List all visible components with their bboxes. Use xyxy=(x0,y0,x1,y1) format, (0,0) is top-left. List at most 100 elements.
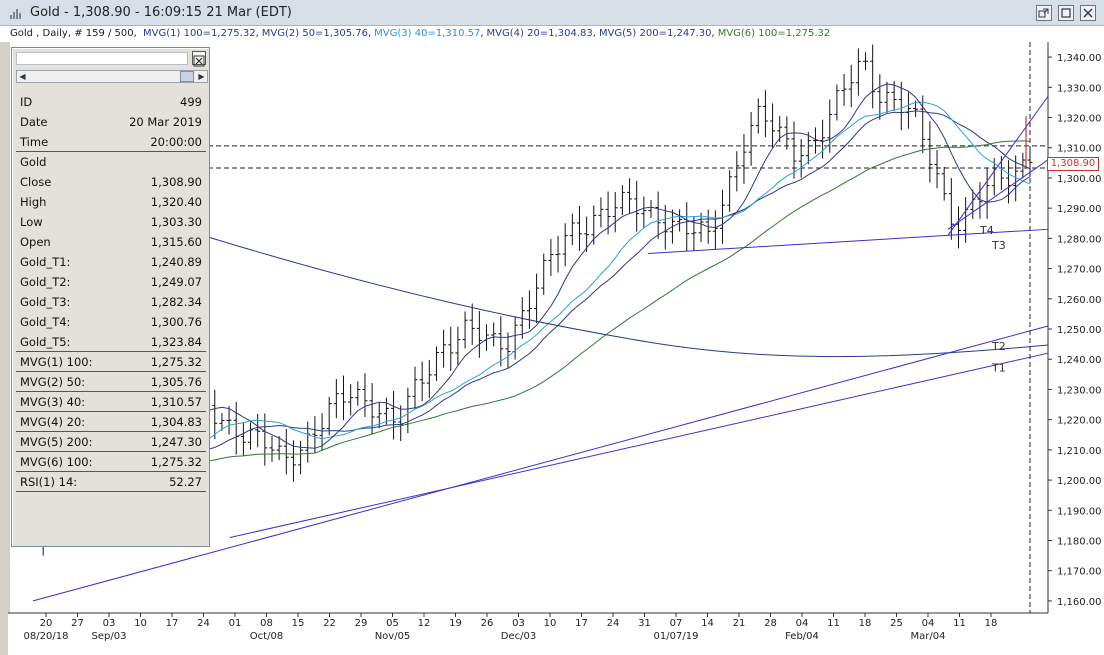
data-row-label: Low xyxy=(20,215,43,229)
y-tick-label: 1,330.00 xyxy=(1057,83,1102,94)
data-row: Gold xyxy=(16,152,206,172)
x-tick-label: 03 xyxy=(103,618,116,629)
data-row: Gold_T1: 1,240.89 xyxy=(16,252,206,272)
data-row-label: Close xyxy=(20,175,52,189)
legend-item: MVG(1) 100=1,275.32 xyxy=(143,28,256,39)
x-tick-label: 18 xyxy=(859,618,872,629)
maximize-button[interactable] xyxy=(1058,5,1074,21)
data-row-label: Gold_T5: xyxy=(20,335,71,349)
window-title: Gold - 1,308.90 - 16:09:15 21 Mar (EDT) xyxy=(30,5,292,20)
x-tick-label: 15 xyxy=(292,618,305,629)
data-window-panel: ◀ ▶ ID 499 Date 20 Mar 2019 Time 20:00:00 Gold… xyxy=(11,47,210,547)
x-tick-label: 26 xyxy=(481,618,494,629)
data-row-label: ID xyxy=(20,95,33,109)
x-tick-label: 10 xyxy=(134,618,147,629)
data-row-label: Gold_T4: xyxy=(20,315,71,329)
x-tick-label: 27 xyxy=(71,618,84,629)
data-row-value: 1,310.57 xyxy=(150,395,202,409)
data-row: Gold_T3: 1,282.34 xyxy=(16,292,206,312)
x-tick-label: 01 xyxy=(229,618,242,629)
data-row-value: 1,247.30 xyxy=(150,435,202,449)
data-row-label: Open xyxy=(20,235,51,249)
data-row-label: MVG(3) 40: xyxy=(20,395,86,409)
indicator-legend: Gold , Daily, # 159 / 500, MVG(1) 100=1,… xyxy=(0,26,1104,42)
x-tick-label: 25 xyxy=(890,618,903,629)
y-tick-label: 1,180.00 xyxy=(1057,536,1102,547)
scroll-right-icon[interactable]: ▶ xyxy=(196,71,207,82)
x-tick-label: 24 xyxy=(607,618,620,629)
y-tick-label: 1,200.00 xyxy=(1057,476,1102,487)
detach-button[interactable] xyxy=(1036,5,1052,21)
data-row: Time 20:00:00 xyxy=(16,132,206,152)
data-row-label: RSI(1) 14: xyxy=(20,475,78,489)
trendline-label: T2 xyxy=(991,340,1006,353)
data-row: MVG(1) 100: 1,275.32 xyxy=(16,352,206,372)
data-row-label: Gold xyxy=(20,155,47,169)
scroll-thumb[interactable] xyxy=(180,71,194,82)
close-button[interactable] xyxy=(1080,5,1096,21)
data-row-value: 1,249.07 xyxy=(150,275,202,289)
x-month-label: 01/07/19 xyxy=(654,631,699,642)
y-tick-label: 1,210.00 xyxy=(1057,446,1102,457)
x-tick-label: 18 xyxy=(985,618,998,629)
data-row-label: High xyxy=(20,195,47,209)
data-row: High 1,320.40 xyxy=(16,192,206,212)
y-axis-background xyxy=(1048,42,1104,655)
panel-close-button[interactable] xyxy=(192,51,206,67)
panel-horizontal-scrollbar[interactable]: ◀ ▶ xyxy=(16,70,208,83)
x-tick-label: 07 xyxy=(670,618,683,629)
y-tick-label: 1,260.00 xyxy=(1057,295,1102,306)
data-row-label: Time xyxy=(20,135,49,149)
x-tick-label: 21 xyxy=(733,618,746,629)
y-tick-label: 1,270.00 xyxy=(1057,265,1102,276)
data-row-value: 20 Mar 2019 xyxy=(129,115,202,129)
data-row: Open 1,315.60 xyxy=(16,232,206,252)
x-month-label: Sep/03 xyxy=(92,631,127,642)
data-row: ID 499 xyxy=(16,92,206,112)
y-tick-label: 1,250.00 xyxy=(1057,325,1102,336)
data-row: RSI(1) 14: 52.27 xyxy=(16,472,206,492)
data-row-value: 499 xyxy=(180,95,202,109)
x-tick-label: 17 xyxy=(575,618,588,629)
data-row-value: 1,323.84 xyxy=(150,335,202,349)
x-month-label: Nov/05 xyxy=(375,631,411,642)
data-row-value: 1,305.76 xyxy=(150,375,202,389)
legend-prefix: Gold , Daily, # 159 / 500, xyxy=(10,28,137,39)
x-month-label: Mar/04 xyxy=(911,631,946,642)
y-tick-label: 1,280.00 xyxy=(1057,234,1102,245)
x-tick-label: 04 xyxy=(796,618,809,629)
x-month-label: 08/20/18 xyxy=(24,631,69,642)
window-titlebar: Gold - 1,308.90 - 16:09:15 21 Mar (EDT) xyxy=(0,0,1104,26)
data-row-value: 1,240.89 xyxy=(150,255,202,269)
y-tick-label: 1,230.00 xyxy=(1057,385,1102,396)
legend-item: MVG(4) 20=1,304.83 xyxy=(486,28,593,39)
x-tick-label: 12 xyxy=(418,618,431,629)
data-row: MVG(2) 50: 1,305.76 xyxy=(16,372,206,392)
x-tick-label: 17 xyxy=(166,618,179,629)
x-tick-label: 22 xyxy=(323,618,336,629)
data-row: Low 1,303.30 xyxy=(16,212,206,232)
y-tick-label: 1,300.00 xyxy=(1057,174,1102,185)
maximize-icon xyxy=(1061,8,1071,18)
data-row-label: Gold_T1: xyxy=(20,255,71,269)
legend-item: MVG(6) 100=1,275.32 xyxy=(717,28,831,39)
x-tick-label: 04 xyxy=(922,618,935,629)
data-row-value: 1,300.76 xyxy=(150,315,202,329)
data-row-label: MVG(2) 50: xyxy=(20,375,86,389)
x-tick-label: 11 xyxy=(953,618,966,629)
y-tick-label: 1,290.00 xyxy=(1057,204,1102,215)
data-row-label: MVG(5) 200: xyxy=(20,435,93,449)
data-row: Gold_T2: 1,249.07 xyxy=(16,272,206,292)
data-row: Gold_T5: 1,323.84 xyxy=(16,332,206,352)
legend-item: MVG(3) 40=1,310.57 xyxy=(374,28,481,39)
scroll-left-icon[interactable]: ◀ xyxy=(17,71,28,82)
x-tick-label: 20 xyxy=(40,618,53,629)
data-row-value: 52.27 xyxy=(169,475,202,489)
x-month-label: Oct/08 xyxy=(250,631,283,642)
data-window-rows: ID 499 Date 20 Mar 2019 Time 20:00:00 Gold Clos… xyxy=(16,92,206,492)
y-tick-label: 1,160.00 xyxy=(1057,597,1102,608)
last-price-marker: 1,308.90 xyxy=(1047,157,1099,171)
y-tick-label: 1,190.00 xyxy=(1057,506,1102,517)
y-tick-label: 1,310.00 xyxy=(1057,144,1102,155)
detach-icon xyxy=(1038,8,1049,18)
